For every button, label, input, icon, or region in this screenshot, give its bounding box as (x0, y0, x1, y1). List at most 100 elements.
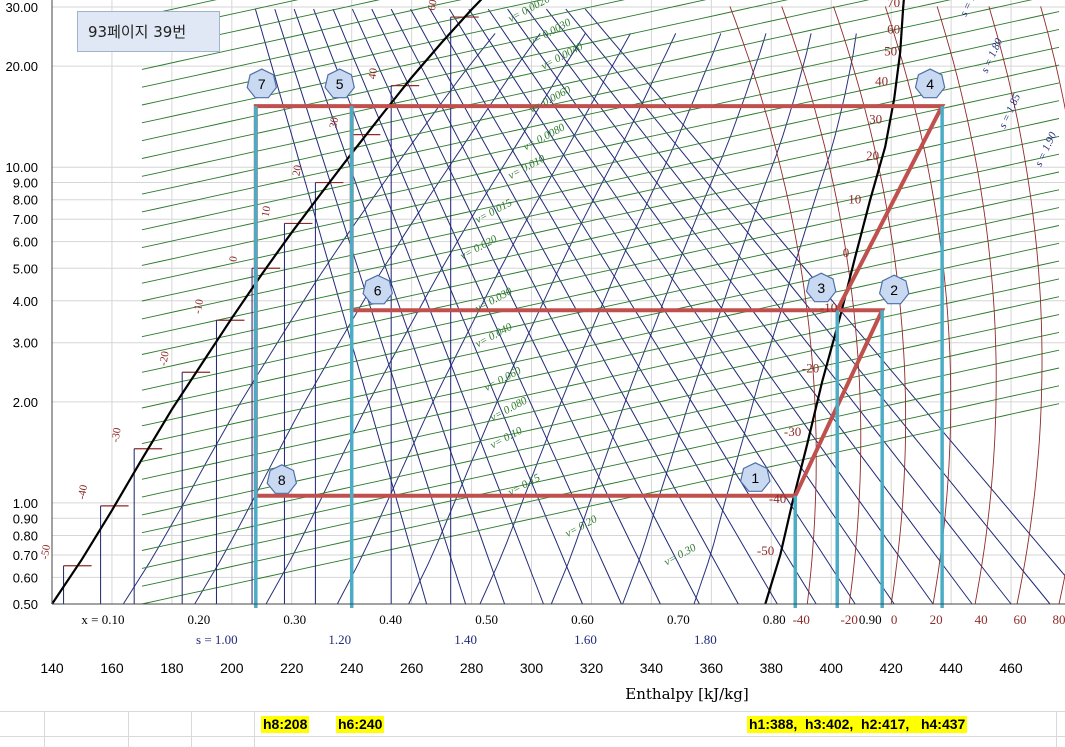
x-tick-label: 380 (760, 660, 784, 676)
note-text: 93페이지 39번 (88, 23, 187, 41)
vapor-temp-label: -10 (820, 300, 837, 315)
entropy-tick-label: 1.40 (454, 632, 477, 647)
isochore-line (141, 207, 1060, 409)
y-tick-label: 0.60 (13, 570, 38, 585)
enthalpy-markers (254, 106, 944, 608)
y-tick-label: 9.00 (13, 176, 38, 191)
superheat-temp-tick-label: 0 (891, 612, 898, 627)
vapor-temp-label: 20 (866, 148, 879, 163)
specific-volume-label: v= 0.0020 (506, 0, 552, 25)
isochore-line (141, 225, 1060, 427)
y-tick-label: 2.00 (13, 395, 38, 410)
quality-tick-label: 0.60 (571, 612, 594, 627)
isotherm-line (936, 6, 997, 605)
vapor-temp-label: -50 (757, 543, 774, 558)
isochore-line (141, 0, 462, 70)
x-tick-label: 440 (939, 660, 963, 676)
quality-tick-label: 0.70 (667, 612, 690, 627)
isotherm-line (1040, 6, 1065, 605)
y-tick-label: 10.00 (5, 160, 38, 175)
isentrope-label: s = 1.80 (979, 36, 1005, 75)
superheat-temp-tick-label: 20 (930, 612, 943, 627)
note-box: 93페이지 39번 (77, 11, 220, 52)
isentrope-label: s = 1.85 (997, 92, 1023, 131)
cycle-point-label: 8 (278, 472, 286, 488)
y-tick-label: 5.00 (13, 261, 38, 276)
superheat-temp-tick-label: 80 (1053, 612, 1065, 627)
x-tick-label: 340 (640, 660, 664, 676)
isochore-line (141, 189, 1060, 391)
isochore-line (141, 100, 1060, 302)
x-tick-label: 260 (400, 660, 424, 676)
isentrope-line (371, 8, 661, 605)
superheat-temp-tick-label: -40 (793, 612, 810, 627)
specific-volume-label: v= 0.10 (488, 424, 524, 451)
isentrope-line (565, 8, 1051, 605)
saturation-temp-label: 0 (227, 255, 240, 263)
x-tick-label: 320 (580, 660, 604, 676)
quality-tick-label: 0.50 (475, 612, 498, 627)
cycle-point-label: 6 (374, 282, 382, 298)
entropy-tick-label: 1.80 (694, 632, 717, 647)
cycle-point-label: 5 (336, 76, 344, 92)
x-tick-label: 360 (700, 660, 724, 676)
vapor-temp-label: 60 (887, 22, 900, 37)
saturation-temp-label: 30 (327, 116, 341, 129)
saturation-temp-label: 10 (260, 205, 274, 218)
vapor-temp-label: 0 (843, 245, 850, 260)
vapor-temp-label: -30 (784, 424, 801, 439)
specific-volume-label: v= 0.020 (458, 233, 499, 263)
x-tick-label: 420 (879, 660, 903, 676)
entropy-tick-label: 1.60 (574, 632, 597, 647)
y-tick-label: 3.00 (13, 336, 38, 351)
isentrope-label: s = 1.90 (1033, 130, 1059, 169)
specific-volume-label: v= 0.0040 (539, 40, 585, 72)
cycle-point-label: 2 (890, 282, 898, 298)
vapor-temp-label: 10 (848, 191, 861, 206)
isentrope-line (293, 8, 506, 605)
x-axis-label: Enthalpy [kJ/kg] (625, 685, 748, 703)
y-tick-label: 7.00 (13, 212, 38, 227)
vapor-temp-label: 30 (869, 111, 882, 126)
saturation-temp-label: -50 (39, 543, 53, 560)
x-tick-label: 460 (999, 660, 1023, 676)
vapor-temp-label: 50 (884, 44, 897, 59)
y-tick-label: 0.70 (13, 548, 38, 563)
isochore-line (141, 153, 1060, 355)
vapor-temp-label: 40 (875, 74, 888, 89)
isentrope-label: s = 1.75 (958, 0, 984, 18)
annotation-h6: h6:240 (336, 716, 385, 733)
saturation-temp-label: -40 (76, 483, 90, 500)
entropy-tick-label: s = 1.00 (196, 632, 238, 647)
annotation-h8: h8:208 (261, 716, 310, 733)
superheat-temp-tick-label: 40 (975, 612, 988, 627)
cycle-point-label: 7 (258, 76, 266, 92)
isentrope-line (313, 8, 544, 605)
x-tick-label: 400 (820, 660, 844, 676)
quality-tick-label: 0.30 (283, 612, 306, 627)
saturation-temp-label: -30 (109, 426, 123, 443)
x-tick-label: 220 (280, 660, 304, 676)
y-tick-label: 8.00 (13, 193, 38, 208)
vapor-temp-label: 70 (887, 0, 900, 10)
cycle-point-label: 3 (817, 280, 825, 296)
isochore-line (141, 135, 1060, 338)
specific-volume-label: v= 0.30 (662, 541, 698, 568)
y-tick-label: 6.00 (13, 235, 38, 250)
isochore-line (141, 260, 1060, 462)
saturation-temp-label: -20 (157, 350, 171, 367)
vapor-temp-label: -40 (769, 491, 786, 506)
y-tick-label: 4.00 (13, 294, 38, 309)
quality-tick-label: x = 0.10 (81, 612, 124, 627)
quality-tick-label: 0.40 (379, 612, 402, 627)
y-tick-label: 30.00 (5, 0, 38, 15)
specific-volume-label: v= 0.015 (473, 197, 514, 227)
saturation-temp-label: 20 (291, 164, 305, 177)
cycle-point-label: 1 (751, 470, 759, 486)
x-tick-label: 200 (220, 660, 244, 676)
isotherm-line (729, 6, 817, 605)
x-tick-label: 160 (100, 660, 124, 676)
x-tick-label: 280 (460, 660, 484, 676)
isochore-line (141, 403, 1060, 605)
saturation-temp-label: 60 (426, 0, 440, 12)
